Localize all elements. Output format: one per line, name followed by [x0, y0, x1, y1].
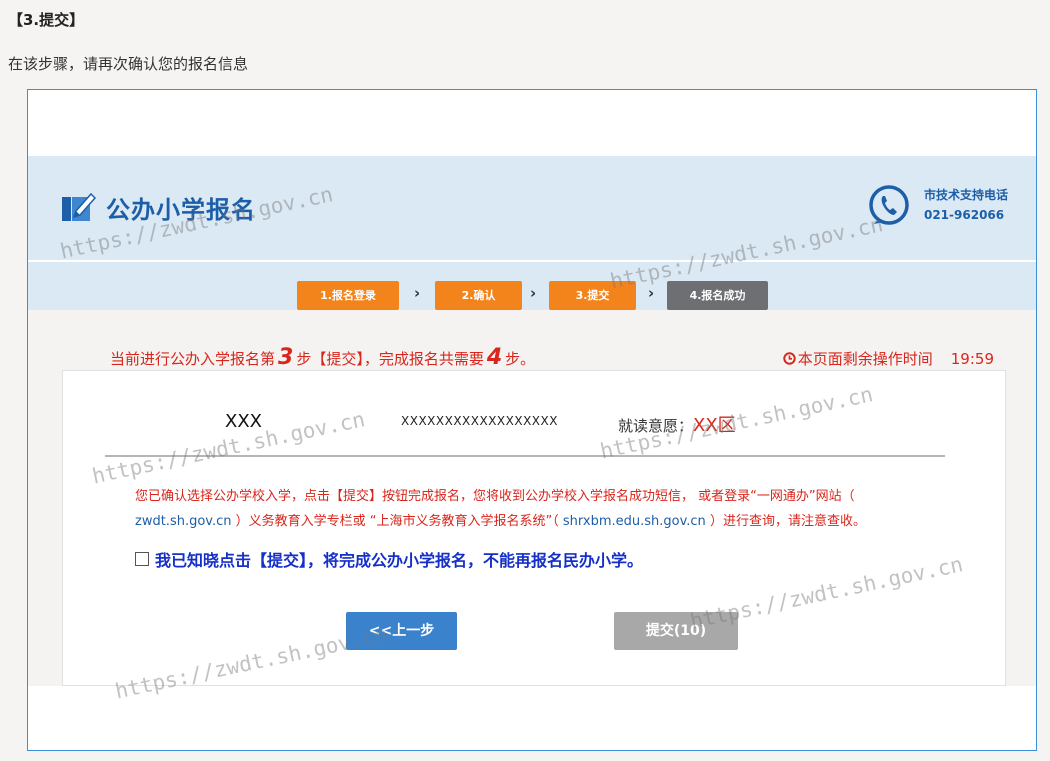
step-arrow: ›	[414, 284, 421, 302]
steps-bar: 1.报名登录 › 2.确认 › 3.提交 › 4.报名成功	[28, 264, 1036, 310]
submission-notice: 您已确认选择公办学校入学，点击【提交】按钮完成报名，您将收到公办学校入学报名成功…	[135, 489, 866, 529]
step-confirm: 2.确认	[435, 281, 522, 310]
support-phone: 021-962066	[923, 208, 1005, 222]
applicant-name: XXX	[225, 411, 262, 432]
intent-value: XX区	[693, 415, 736, 436]
doc-intro: 在该步骤，请再次确认您的报名信息	[8, 55, 249, 73]
step-login: 1.报名登录	[297, 281, 399, 310]
clock-icon	[783, 352, 796, 365]
step-progress-text: 当前进行公办入学报名第 3 步【提交】，完成报名共需要 4 步。	[110, 345, 536, 370]
shrxbm-link[interactable]: shrxbm.edu.sh.gov.cn	[563, 514, 706, 529]
intent-label: 就读意愿：	[618, 417, 694, 435]
timer-label: 本页面剩余操作时间	[797, 350, 933, 368]
step-arrow: ›	[648, 284, 655, 302]
current-step-number: 3	[278, 345, 294, 370]
submit-button[interactable]: 提交(10)	[614, 612, 738, 650]
step-success: 4.报名成功	[667, 281, 768, 310]
divider	[105, 455, 945, 457]
countdown-timer: 本页面剩余操作时间 19:59	[783, 348, 994, 369]
total-steps-number: 4	[486, 345, 503, 370]
support-label: 市技术支持电话	[923, 188, 1008, 202]
acknowledge-text[interactable]: 我已知晓点击【提交】，将完成公办小学报名，不能再报名民办小学。	[155, 547, 643, 571]
zwdt-link[interactable]: zwdt.sh.gov.cn	[135, 514, 232, 529]
step-arrow: ›	[530, 284, 537, 302]
applicant-id-number: XXXXXXXXXXXXXXXXXX	[401, 414, 558, 428]
site-header: 公办小学报名 市技术支持电话 021-962066	[28, 156, 1036, 264]
header-divider	[28, 260, 1036, 262]
acknowledge-checkbox[interactable]	[135, 552, 149, 566]
enrollment-intent: 就读意愿：XX区	[618, 411, 736, 437]
step-submit: 3.提交	[549, 281, 636, 310]
screenshot-frame: 公办小学报名 市技术支持电话 021-962066 1.报名登录 › 2.确认 …	[27, 89, 1037, 751]
confirmation-card: XXX XXXXXXXXXXXXXXXXXX 就读意愿：XX区 您已确认选择公办…	[62, 370, 1006, 686]
timer-value: 19:59	[950, 349, 994, 368]
acknowledge-row[interactable]: 我已知晓点击【提交】，将完成公办小学报名，不能再报名民办小学。	[135, 547, 643, 571]
edit-form-icon	[62, 192, 96, 221]
phone-support-icon	[869, 185, 909, 225]
previous-step-button[interactable]: <<上一步	[346, 612, 457, 650]
site-title: 公办小学报名	[106, 195, 256, 224]
site-logo[interactable]: 公办小学报名	[60, 189, 256, 225]
support-contact: 市技术支持电话 021-962066	[868, 184, 1008, 226]
doc-heading: 【3.提交】	[8, 11, 85, 29]
